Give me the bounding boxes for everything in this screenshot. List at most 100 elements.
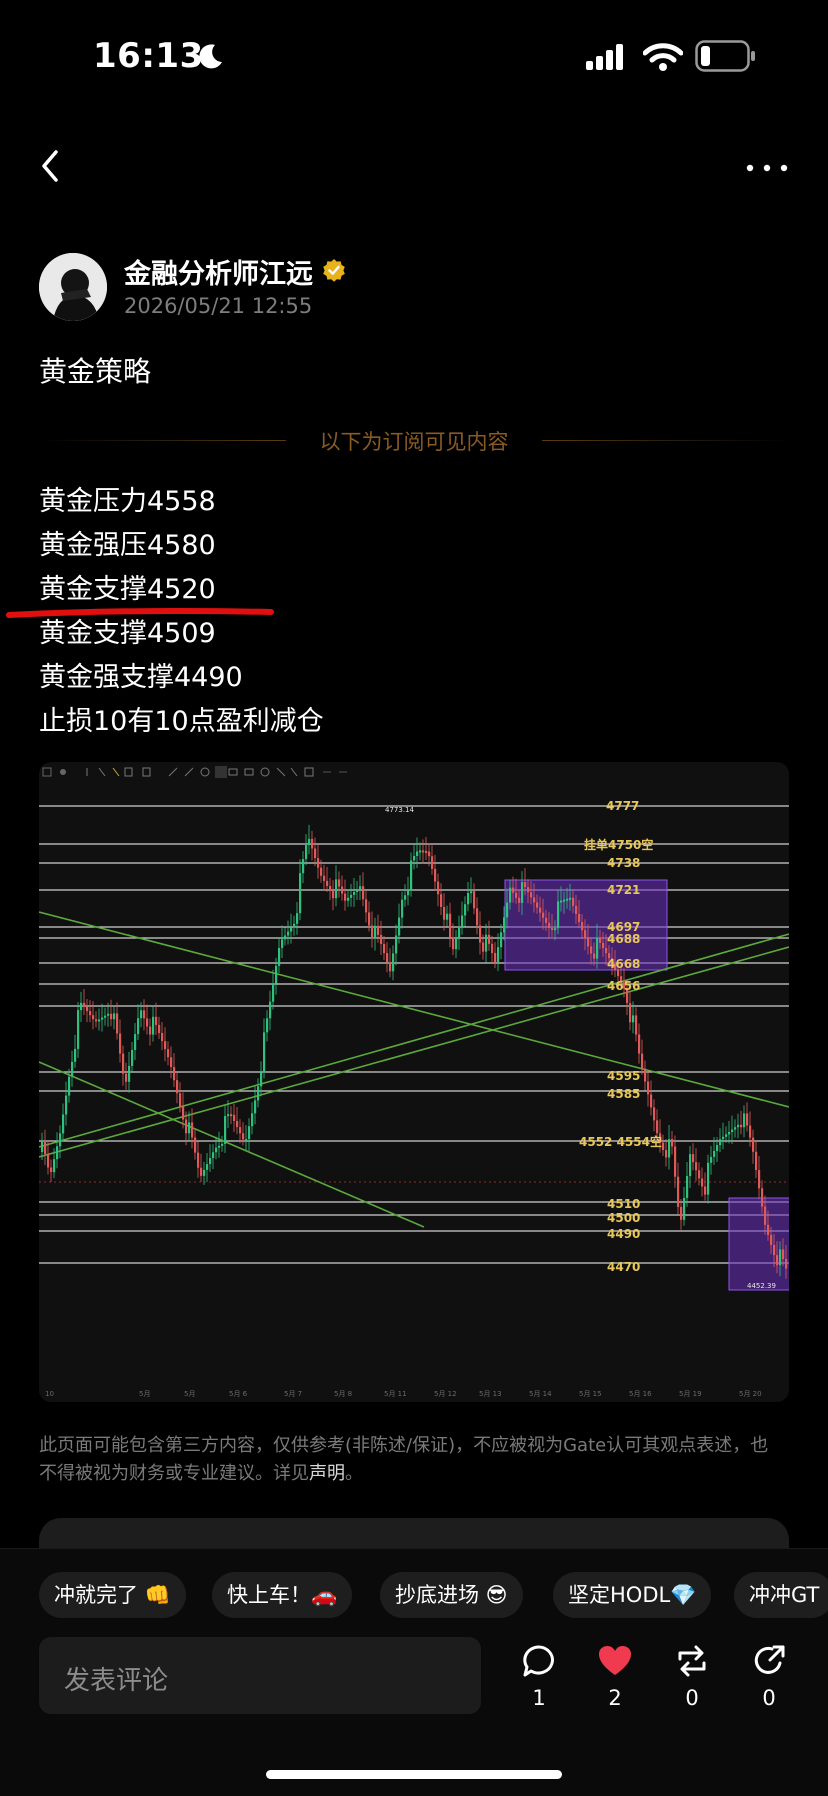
candle <box>224 1116 227 1144</box>
candle <box>137 1018 140 1035</box>
trend-line <box>39 911 789 1108</box>
candle <box>374 925 377 939</box>
candle <box>287 931 290 936</box>
candle <box>773 1245 776 1256</box>
battery-icon <box>695 40 755 72</box>
quick-reply-chip[interactable]: 冲冲GT <box>734 1572 828 1618</box>
candle <box>596 937 599 959</box>
candle <box>671 1139 674 1147</box>
candle <box>305 845 308 860</box>
candle <box>236 1121 239 1128</box>
candle <box>290 927 293 932</box>
heart-icon[interactable] <box>598 1644 632 1678</box>
candle <box>104 1015 107 1018</box>
back-arrow-icon[interactable] <box>36 146 68 186</box>
comment-bubble-icon[interactable] <box>522 1644 556 1678</box>
candle <box>683 1197 686 1220</box>
quick-reply-chip[interactable]: 冲就完了 👊 <box>39 1572 186 1618</box>
candle <box>419 850 422 853</box>
disclaimer-link[interactable]: 声明 <box>309 1463 345 1484</box>
candle <box>737 1124 740 1128</box>
comment-count: 1 <box>532 1686 546 1710</box>
candle <box>386 953 389 963</box>
candle <box>323 875 326 881</box>
chart-toolbar <box>42 766 347 778</box>
candle <box>278 947 281 966</box>
candle <box>320 867 323 876</box>
trend-line <box>39 933 789 1148</box>
candle <box>725 1134 728 1137</box>
level-label: 4738 <box>607 856 640 870</box>
candle <box>413 855 416 861</box>
candle <box>395 935 398 954</box>
strategy-line: 止损10有10点盈利减仓 <box>39 706 324 737</box>
candle <box>542 912 545 918</box>
candle <box>515 892 518 898</box>
price-chart: 4773.144452.39 4777挂单4750空47384721469746… <box>39 766 789 1398</box>
candle <box>548 922 551 928</box>
candle <box>446 913 449 920</box>
repost-icon[interactable] <box>675 1644 709 1678</box>
candle <box>728 1132 731 1135</box>
candle <box>218 1145 221 1148</box>
candle <box>80 1002 83 1011</box>
candle <box>650 1094 653 1108</box>
candle <box>731 1129 734 1132</box>
zone-box <box>504 879 668 971</box>
candle <box>149 1026 152 1035</box>
x-tick-label: 5月 16 <box>629 1390 652 1398</box>
candle <box>605 948 608 954</box>
share-icon[interactable] <box>752 1644 786 1678</box>
candle <box>398 917 401 936</box>
quick-reply-chip[interactable]: 快上车！🚗 <box>212 1572 353 1618</box>
candle <box>719 1139 722 1146</box>
candle <box>92 1015 95 1020</box>
candle <box>572 897 575 906</box>
candle <box>227 1114 230 1117</box>
candle <box>47 1154 50 1168</box>
candle <box>404 895 407 900</box>
candle <box>758 1170 761 1189</box>
candle <box>209 1158 212 1165</box>
divider-left <box>39 440 286 441</box>
candle <box>308 838 311 846</box>
candle <box>221 1143 224 1146</box>
price-chart-image[interactable]: 4773.14 4452.39 4777 挂单4750空 4738 4721 4697 46… <box>39 762 789 1402</box>
trend-line <box>39 946 789 1158</box>
x-tick-label: 5月 12 <box>434 1390 457 1398</box>
candle <box>302 859 305 874</box>
candle <box>440 894 443 907</box>
candle <box>173 1067 176 1081</box>
candle <box>188 1122 191 1134</box>
quick-reply-chip[interactable]: 坚定HODL💎 <box>553 1572 712 1618</box>
candle <box>158 1024 161 1033</box>
candle <box>251 1113 254 1127</box>
candle <box>167 1049 170 1058</box>
candle <box>245 1139 248 1142</box>
candle <box>164 1041 167 1050</box>
comment-placeholder: 发表评论 <box>64 1666 169 1696</box>
candle <box>110 1013 113 1020</box>
candle <box>356 889 359 892</box>
candle <box>644 1068 647 1082</box>
more-dots-icon[interactable] <box>744 154 790 178</box>
candle <box>248 1126 251 1140</box>
subscriber-divider-text: 以下为订阅可见内容 <box>319 430 509 454</box>
candle <box>380 934 383 944</box>
candle <box>689 1154 692 1176</box>
author-name[interactable]: 金融分析师江远 <box>124 252 313 291</box>
candle <box>212 1152 215 1159</box>
avatar[interactable] <box>39 253 107 321</box>
wifi-icon <box>643 43 683 71</box>
candle <box>431 856 434 869</box>
level-label: 4585 <box>607 1087 640 1101</box>
candle <box>383 944 386 954</box>
candle <box>101 1017 104 1020</box>
candle <box>335 879 338 899</box>
candle <box>89 1011 92 1016</box>
candle <box>293 923 296 928</box>
candle <box>584 930 587 939</box>
quick-reply-chip[interactable]: 抄底进场 😎 <box>380 1572 523 1618</box>
candle <box>467 892 470 905</box>
candle <box>674 1146 677 1177</box>
